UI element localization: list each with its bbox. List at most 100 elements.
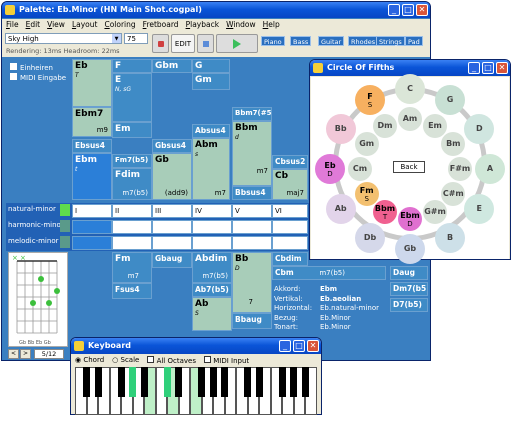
scale-cell[interactable] — [272, 236, 308, 250]
menu-playback[interactable]: Playback — [186, 19, 219, 31]
chord-gbsus4[interactable]: Gbsus4 — [152, 139, 192, 153]
degree-cell[interactable]: VI — [272, 204, 308, 218]
circle-key-eb[interactable]: Eb D — [315, 154, 345, 184]
close-button[interactable]: ✕ — [416, 4, 428, 16]
chord-abdim[interactable]: Abdim m7(b5) — [192, 252, 232, 283]
stop-button[interactable] — [197, 34, 214, 53]
chord-abm[interactable]: Abm s m7 — [192, 138, 230, 200]
tab-rhodes[interactable]: Rhodes — [348, 36, 379, 46]
maximize-button[interactable]: □ — [402, 4, 414, 16]
maximize-button[interactable]: □ — [293, 340, 305, 352]
black-key[interactable] — [290, 367, 297, 397]
black-key[interactable] — [129, 367, 136, 397]
circle-key-fsm[interactable]: F#m — [448, 157, 472, 181]
edit-button[interactable]: EDIT — [171, 34, 195, 53]
black-key[interactable] — [221, 367, 228, 397]
sound-select[interactable]: Sky High ▼ — [5, 33, 122, 44]
circle-key-dm[interactable]: Dm — [373, 113, 397, 138]
minimize-button[interactable]: _ — [388, 4, 400, 16]
tempo-field[interactable]: 75 — [124, 33, 148, 44]
tab-piano[interactable]: Piano — [261, 36, 285, 46]
record-button[interactable] — [152, 34, 169, 53]
menu-edit[interactable]: Edit — [26, 19, 41, 31]
chord-gbaug[interactable]: Gbaug — [152, 252, 192, 268]
minimize-button[interactable]: _ — [468, 62, 480, 74]
checkbox[interactable] — [203, 356, 211, 363]
scale-cell[interactable] — [72, 220, 112, 234]
chord-dm7b5[interactable]: Dm7(b5) — [390, 282, 428, 296]
scale-cell[interactable] — [72, 236, 112, 250]
circle-key-fm[interactable]: Fm S — [354, 182, 379, 206]
checkbox[interactable] — [147, 356, 155, 363]
scale-swatch[interactable] — [60, 204, 70, 216]
circle-key-em[interactable]: Em — [423, 113, 447, 138]
tab-guitar[interactable]: Guitar — [318, 36, 345, 46]
black-key[interactable] — [175, 367, 182, 397]
maximize-button[interactable]: □ — [482, 62, 494, 74]
check-all-octaves[interactable]: All Octaves — [147, 356, 196, 365]
play-button[interactable] — [216, 34, 258, 53]
fret-next-button[interactable]: > — [20, 349, 31, 359]
chord-bbm7-s5[interactable]: Bbm7(#5) — [232, 107, 272, 121]
chord-gb[interactable]: Gb (add9) — [152, 153, 192, 200]
circle-key-ebm[interactable]: Ebm D — [398, 207, 422, 231]
chord-g[interactable]: G — [192, 59, 230, 73]
degree-cell[interactable]: IV — [192, 204, 232, 218]
circle-key-b[interactable]: B — [435, 223, 465, 254]
checkbox[interactable] — [10, 63, 17, 70]
black-key[interactable] — [140, 367, 148, 397]
menu-window[interactable]: Window — [226, 19, 256, 31]
chord-fm[interactable]: Fm m7 — [112, 252, 152, 283]
black-key[interactable] — [255, 367, 263, 397]
scale-cell[interactable] — [152, 220, 192, 234]
circle-key-e[interactable]: E — [464, 194, 495, 224]
circle-key-ab[interactable]: Ab — [325, 194, 356, 224]
palette-titlebar[interactable]: Palette: Eb.Minor (HN Main Shot.cogpal) — [2, 2, 430, 18]
tab-bass[interactable]: Bass — [290, 36, 312, 46]
degree-cell[interactable]: I — [72, 204, 112, 218]
scale-cell[interactable] — [112, 236, 152, 250]
check-midi[interactable]: MIDI Eingabe — [10, 73, 66, 82]
menu-layout[interactable]: Layout — [72, 19, 98, 31]
scale-cell[interactable] — [272, 220, 308, 234]
scale-cell[interactable] — [192, 236, 232, 250]
chord-fsus4[interactable]: Fsus4 — [112, 283, 152, 299]
degree-cell[interactable]: III — [152, 204, 192, 218]
circle-key-d[interactable]: D — [464, 114, 495, 144]
chord-bb[interactable]: Bb D 7 — [232, 252, 272, 313]
checkbox[interactable] — [10, 73, 17, 80]
black-key[interactable] — [278, 367, 286, 397]
chord-fm7b5[interactable]: Fm7(b5) — [112, 154, 152, 168]
chord-ebm[interactable]: Ebm t — [72, 153, 112, 200]
chord-f[interactable]: F — [112, 59, 152, 73]
circle-key-a[interactable]: A — [475, 154, 505, 184]
scale-cell[interactable] — [232, 220, 272, 234]
fret-prev-button[interactable]: < — [8, 349, 19, 359]
circle-key-gm[interactable]: Gm — [354, 132, 379, 156]
chord-cb[interactable]: Cb maj7 — [272, 169, 308, 200]
circle-key-db[interactable]: Db — [355, 223, 385, 254]
black-key[interactable] — [163, 367, 171, 397]
circle-key-cm[interactable]: Cm — [348, 157, 372, 181]
chord-cbm[interactable]: Cbm m7(b5) — [272, 266, 386, 280]
chord-ab7b5[interactable]: Ab7(b5) — [192, 283, 232, 297]
close-button[interactable]: ✕ — [496, 62, 508, 74]
tab-strings[interactable]: Strings — [376, 36, 405, 46]
chord-em[interactable]: Em — [112, 122, 152, 138]
scale-swatch[interactable] — [60, 236, 70, 248]
chord-gbm[interactable]: Gbm — [152, 59, 192, 73]
menu-help[interactable]: Help — [263, 19, 280, 31]
circle-key-c[interactable]: C — [395, 74, 425, 104]
menu-view[interactable]: View — [47, 19, 65, 31]
circle-key-gb[interactable]: Gb — [395, 234, 425, 264]
chord-fdim[interactable]: Fdim m7(b5) — [112, 168, 152, 200]
black-key[interactable] — [83, 367, 90, 397]
tab-pad[interactable]: Pad — [405, 36, 423, 46]
close-button[interactable]: ✕ — [307, 340, 319, 352]
black-key[interactable] — [94, 367, 102, 397]
radio-chord[interactable]: ◉ Chord — [75, 356, 104, 365]
chord-eb[interactable]: Eb T — [72, 59, 112, 107]
radio-scale[interactable]: ○ Scale — [112, 356, 139, 365]
degree-cell[interactable]: II — [112, 204, 152, 218]
chord-daug[interactable]: Daug — [390, 266, 428, 280]
